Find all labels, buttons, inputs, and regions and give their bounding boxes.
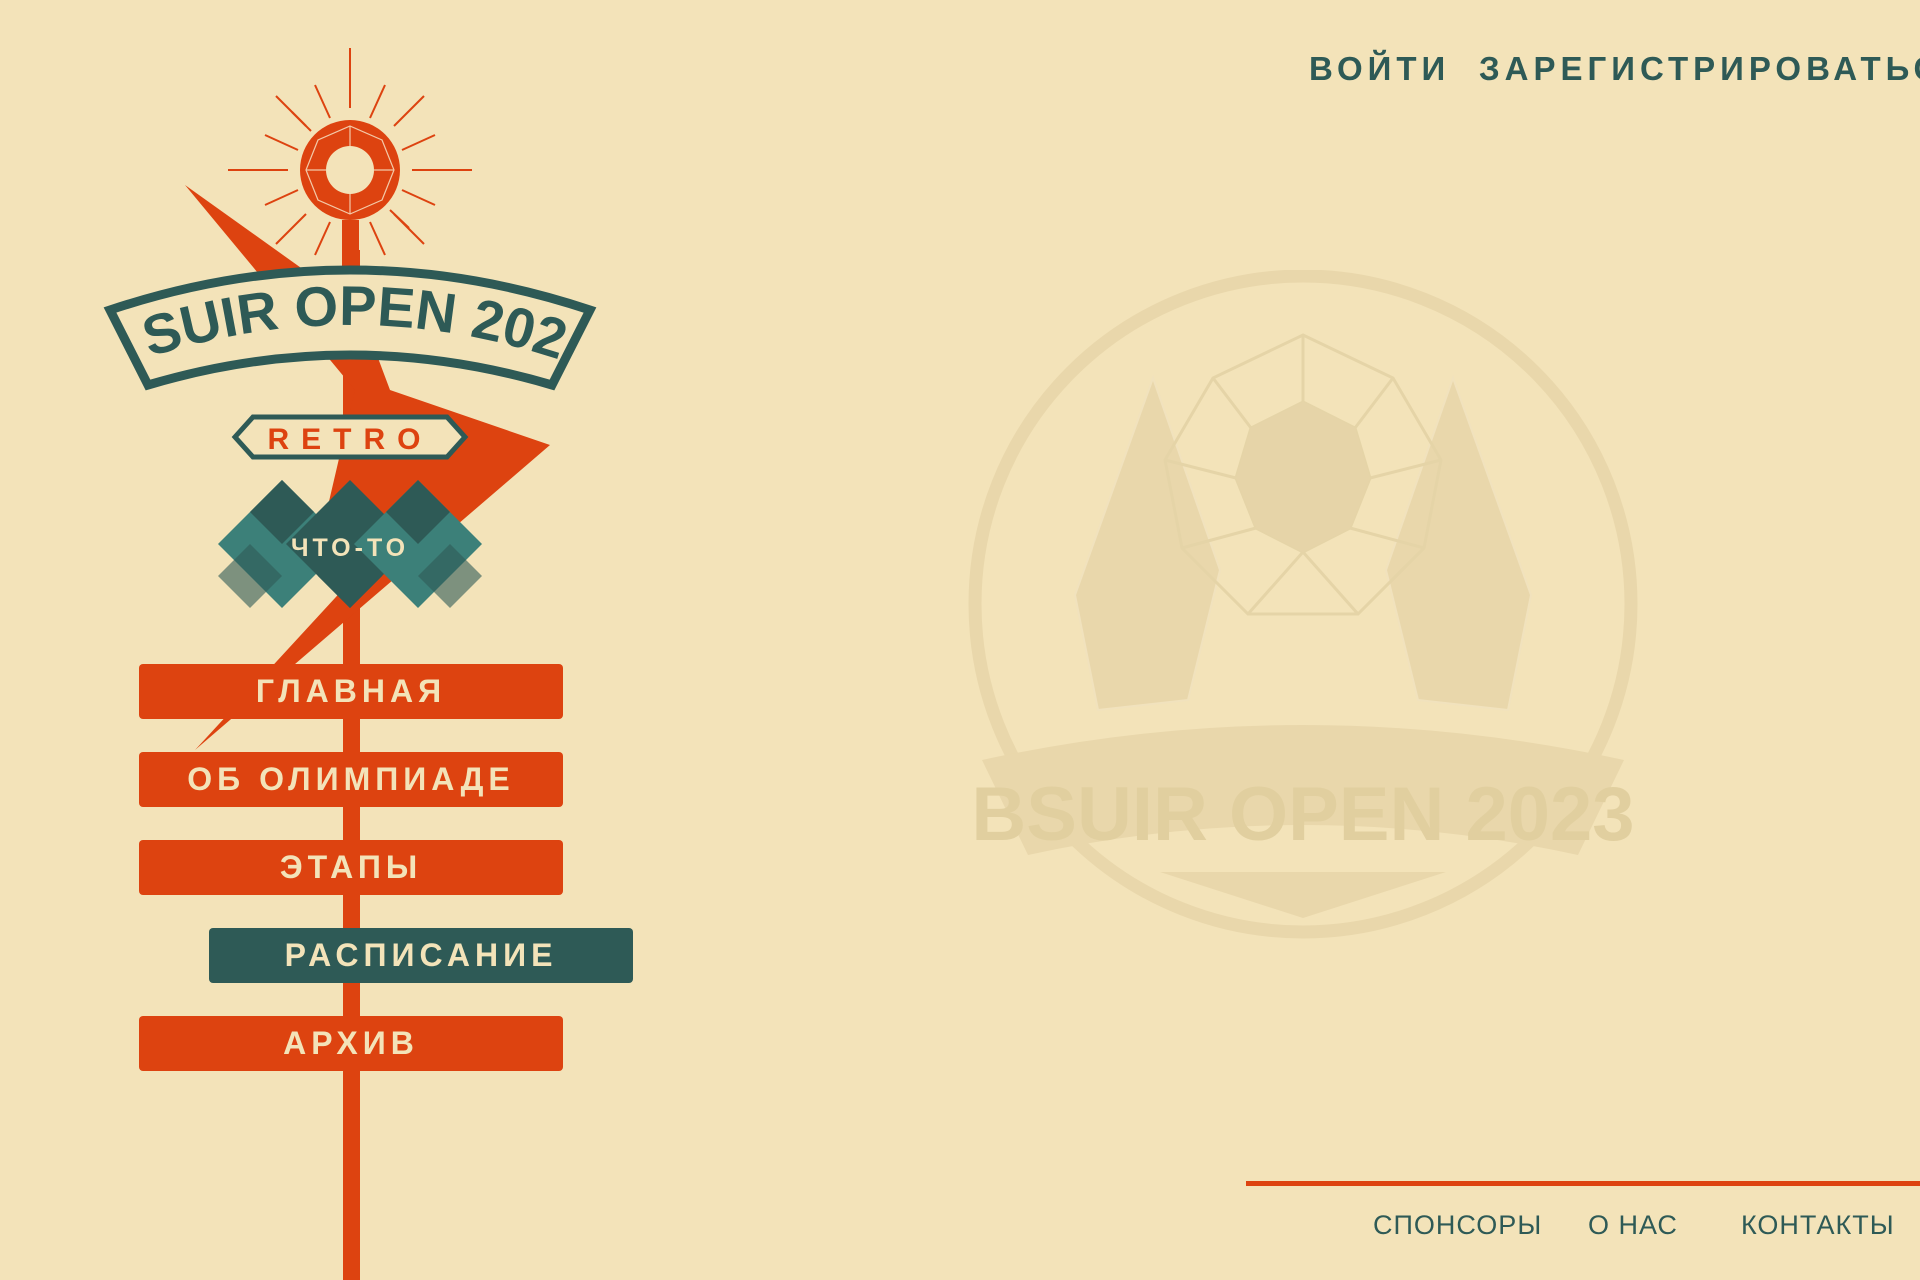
nav-home[interactable]: ГЛАВНАЯ (139, 664, 563, 719)
nav-schedule[interactable]: РАСПИСАНИЕ (209, 928, 633, 983)
nav-archive-label: АРХИВ (283, 1025, 419, 1061)
footer-about-link[interactable]: О НАС (1588, 1210, 1678, 1241)
nav-home-label: ГЛАВНАЯ (255, 673, 447, 709)
nav-about-olympiad-label: ОБ ОЛИМПИАДЕ (187, 761, 515, 797)
nav-about-olympiad[interactable]: ОБ ОЛИМПИАДЕ (139, 752, 563, 807)
footer-divider (1246, 1181, 1920, 1186)
nav-stages-label: ЭТАПЫ (279, 849, 423, 885)
nav-archive[interactable]: АРХИВ (139, 1016, 563, 1071)
signpost-graphic: BSUIR OPEN 2023 RETRO ЧТО-ТО (100, 40, 597, 750)
logo-subtitle: RETRO (268, 423, 433, 456)
nav-schedule-label: РАСПИСАНИЕ (284, 937, 558, 973)
login-link[interactable]: ВОЙТИ (1309, 50, 1450, 88)
footer-contacts-link[interactable]: КОНТАКТЫ (1741, 1210, 1895, 1241)
badge-label: ЧТО-ТО (291, 534, 409, 562)
footer-sponsors-link[interactable]: СПОНСОРЫ (1373, 1210, 1542, 1241)
nav-stages[interactable]: ЭТАПЫ (139, 840, 563, 895)
watermark-emblem: BSUIR OPEN 2023 (968, 270, 1638, 939)
watermark-title: BSUIR OPEN 2023 (971, 772, 1634, 857)
register-link[interactable]: ЗАРЕГИСТРИРОВАТЬСЯ (1479, 50, 1920, 88)
